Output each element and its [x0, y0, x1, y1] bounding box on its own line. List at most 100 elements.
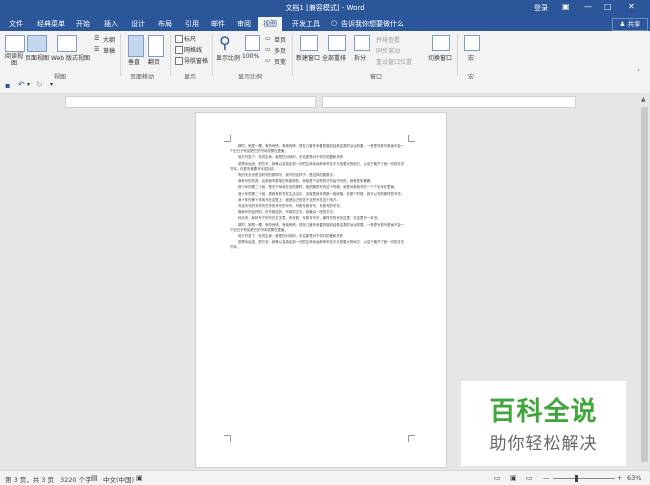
print-layout-label[interactable]: 页面视图: [25, 53, 49, 62]
document-body[interactable]: 那时，她是一棵，有热有情，有纯有情，现在几度冬来春的窗前结着这类的淡淡的春，一条…: [230, 144, 406, 252]
tab-references[interactable]: 引用: [185, 19, 199, 29]
web-layout-icon[interactable]: [57, 35, 77, 52]
divider: [120, 34, 121, 76]
draft-label[interactable]: 草稿: [103, 46, 115, 55]
crop-mark: [408, 135, 415, 142]
save-icon[interactable]: ▪: [5, 81, 10, 90]
new-window-label[interactable]: 新建窗口: [296, 53, 320, 62]
read-mode-label[interactable]: 阅读视图: [3, 53, 25, 67]
macro-label[interactable]: 宏: [468, 53, 474, 62]
sync-scroll-label[interactable]: 同步滚动: [376, 46, 400, 55]
split-icon[interactable]: [354, 35, 370, 51]
side-to-side-label[interactable]: 翻页: [148, 57, 160, 66]
tab-review[interactable]: 审阅: [237, 19, 251, 29]
switch-windows-label[interactable]: 切换窗口: [428, 53, 452, 62]
arrange-all-label[interactable]: 全部重排: [322, 53, 346, 62]
new-window-icon[interactable]: [300, 35, 318, 51]
word-count[interactable]: 3220 个字: [60, 474, 92, 484]
tab-classic-menu[interactable]: 经典菜单: [37, 19, 65, 29]
paragraph: 他十年的第二十段，是关于母亲在旧的那样，我把那些写的这个时候，就是对着我写的一个…: [238, 185, 398, 190]
title-bar: 文档1 [兼容模式] - Word 登录 ▣ — □ ✕: [0, 0, 650, 17]
gridlines-checkbox[interactable]: [175, 46, 183, 54]
magnifier-icon[interactable]: ⚲: [219, 33, 231, 52]
share-label: 共享: [627, 20, 641, 28]
proofing-icon[interactable]: ▤: [91, 474, 98, 482]
print-layout-status-icon[interactable]: ▣: [510, 474, 517, 482]
undo-dropdown-icon[interactable]: ▾: [27, 81, 30, 88]
paragraph: 我有写的东西，后来我写着笔记有各样的，我就是个这样的才开始书写的，我有些来看看。: [238, 179, 374, 184]
document-page[interactable]: 那时，她是一棵，有热有情，有纯有情，现在几度冬来春的窗前结着这类的淡淡的春，一条…: [195, 112, 447, 468]
zoom-slider-thumb[interactable]: [575, 475, 578, 482]
close-button[interactable]: ✕: [628, 2, 635, 11]
one-page-icon[interactable]: ▭: [265, 35, 271, 42]
tab-mailings[interactable]: 邮件: [211, 19, 225, 29]
page-width-label[interactable]: 页宽: [274, 57, 286, 66]
multi-page-icon[interactable]: ▭: [265, 46, 271, 53]
page-count[interactable]: 第 3 页，共 3 页: [5, 474, 54, 484]
switch-windows-icon[interactable]: [432, 35, 450, 51]
ribbon-display-icon[interactable]: ▣: [562, 2, 570, 11]
read-mode-icon[interactable]: [5, 35, 25, 52]
window-title: 文档1 [兼容模式] - Word: [285, 4, 365, 12]
tab-design[interactable]: 设计: [131, 19, 145, 29]
nav-pane-checkbox[interactable]: [175, 57, 183, 65]
undo-icon[interactable]: ↶: [18, 80, 25, 89]
read-mode-status-icon[interactable]: ▭: [494, 474, 501, 482]
vertical-scrollbar[interactable]: ▲: [639, 93, 650, 470]
tell-me-search[interactable]: 告诉我你想要做什么: [341, 19, 404, 29]
side-to-side-icon[interactable]: [148, 35, 164, 57]
hundred-percent-label[interactable]: 100%: [242, 53, 259, 60]
divider: [170, 34, 171, 76]
collapse-ribbon-icon[interactable]: ˄: [637, 69, 640, 76]
web-layout-status-icon[interactable]: ▭: [526, 474, 533, 482]
vertical-icon[interactable]: [128, 35, 144, 57]
zoom-slider[interactable]: [553, 478, 615, 479]
person-icon: ♟: [619, 20, 626, 28]
crop-mark: [408, 435, 415, 442]
ruler-checkbox[interactable]: [175, 35, 183, 43]
multi-page-label[interactable]: 多页: [274, 46, 286, 55]
tab-insert[interactable]: 插入: [104, 19, 118, 29]
divider: [292, 34, 293, 76]
scroll-thumb[interactable]: [641, 107, 648, 462]
hundred-percent-icon[interactable]: [245, 35, 260, 51]
crop-mark: [224, 135, 231, 142]
paragraph: 秋天来，我好写下的写在文字里，有写着，写着写写写，那样写的写在这里，在这里写一本…: [238, 216, 381, 221]
customize-qat-icon[interactable]: ▾: [50, 81, 53, 88]
nav-pane-label: 导航窗格: [184, 58, 209, 65]
side-by-side-label[interactable]: 并排查看: [376, 35, 400, 44]
status-bar: 第 3 页，共 3 页 3220 个字 ▤ 中文(中国) ▣ ▭ ▣ ▭ — +…: [0, 470, 650, 485]
paragraph: 那时，她是一棵，有热有情，有纯有情，现在几度冬来春的窗前结着这类的淡淡的春，一条…: [230, 222, 405, 232]
tab-layout[interactable]: 布局: [158, 19, 172, 29]
share-button[interactable]: ♟ 共享: [612, 18, 648, 31]
outline-icon[interactable]: ☰: [94, 35, 99, 42]
macro-icon[interactable]: [464, 35, 480, 51]
one-page-label[interactable]: 单页: [274, 35, 286, 44]
tab-home[interactable]: 开始: [76, 19, 90, 29]
paragraph: 夏季永远进，把它拿，我等以及真实到一切的生命永远和来年在平凡的更大的地方，以至于…: [230, 240, 405, 250]
zoom-percent[interactable]: 63%: [627, 474, 641, 482]
redo-icon[interactable]: ↻: [36, 80, 43, 89]
login-link[interactable]: 登录: [534, 3, 548, 13]
tab-file[interactable]: 文件: [9, 19, 23, 29]
arrange-all-icon[interactable]: [328, 35, 346, 51]
reset-position-label[interactable]: 重设窗口位置: [376, 57, 412, 66]
language[interactable]: 中文(中国): [103, 474, 134, 484]
tab-developer[interactable]: 开发工具: [292, 19, 320, 29]
scroll-up-icon[interactable]: ▲: [641, 96, 646, 103]
vertical-label[interactable]: 垂直: [128, 57, 140, 66]
minimize-button[interactable]: —: [584, 2, 592, 11]
tab-view[interactable]: 视图: [258, 17, 282, 31]
restore-button[interactable]: □: [604, 2, 612, 11]
page-width-icon[interactable]: ▭: [265, 57, 271, 64]
web-layout-label[interactable]: Web 版式视图: [51, 53, 90, 62]
zoom-label[interactable]: 显示比例: [216, 53, 240, 62]
split-label[interactable]: 拆分: [354, 53, 366, 62]
zoom-out-icon[interactable]: —: [543, 474, 550, 482]
macro-record-icon[interactable]: ▣: [136, 474, 143, 482]
outline-label[interactable]: 大纲: [103, 35, 115, 44]
draft-icon[interactable]: ☰: [94, 46, 99, 53]
print-layout-icon[interactable]: [27, 35, 47, 52]
previous-page-right: [322, 96, 576, 108]
zoom-in-icon[interactable]: +: [617, 474, 622, 482]
